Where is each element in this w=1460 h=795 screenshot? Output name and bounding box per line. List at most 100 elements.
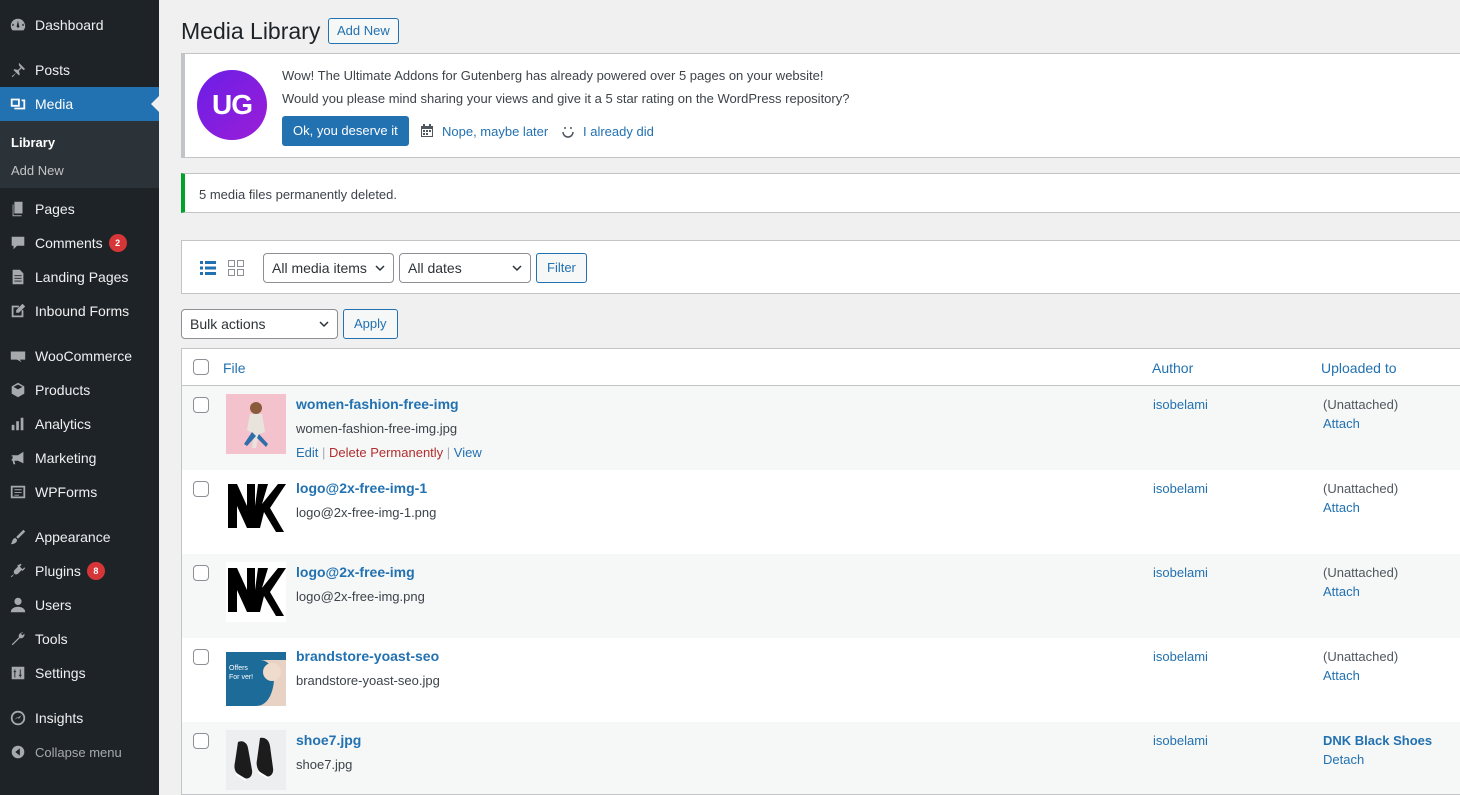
menu-item-media[interactable]: Media [0, 87, 159, 121]
menu-item-posts[interactable]: Posts [0, 53, 159, 87]
author-link[interactable]: isobelami [1153, 481, 1208, 496]
media-title-link[interactable]: shoe7.jpg [296, 732, 361, 748]
bar-chart-icon [0, 415, 35, 433]
row-checkbox[interactable] [193, 649, 209, 665]
menu-label: Insights [35, 710, 84, 726]
menu-item-woocommerce[interactable]: WooCommerce [0, 339, 159, 373]
table-row: logo@2x-free-img logo@2x-free-img.png is… [182, 554, 1460, 638]
table-row: women-fashion-free-img women-fashion-fre… [182, 386, 1460, 470]
menu-item-insights[interactable]: Insights [0, 701, 159, 735]
calendar-icon [421, 124, 433, 137]
menu-item-inbound-forms[interactable]: Inbound Forms [0, 294, 159, 328]
uploaded-to-status: (Unattached) [1323, 481, 1399, 496]
comments-count-badge: 2 [108, 234, 127, 252]
already-did-link[interactable]: I already did [560, 123, 654, 139]
menu-item-comments[interactable]: Comments 2 [0, 226, 159, 260]
menu-item-dashboard[interactable]: Dashboard [0, 8, 159, 42]
attach-link[interactable]: Attach [1323, 584, 1360, 599]
row-actions: Edit | Delete Permanently | View [296, 445, 482, 460]
media-thumbnail[interactable] [226, 394, 286, 454]
media-title-link[interactable]: brandstore-yoast-seo [296, 648, 439, 664]
collapse-menu-button[interactable]: Collapse menu [0, 735, 159, 769]
menu-item-plugins[interactable]: Plugins 8 [0, 554, 159, 588]
chevron-down-icon [375, 265, 385, 272]
menu-item-pages[interactable]: Pages [0, 192, 159, 226]
row-checkbox[interactable] [193, 481, 209, 497]
menu-item-products[interactable]: Products [0, 373, 159, 407]
menu-item-analytics[interactable]: Analytics [0, 407, 159, 441]
menu-label: WooCommerce [35, 348, 132, 364]
delete-permanently-link[interactable]: Delete Permanently [329, 445, 443, 460]
insights-icon [0, 709, 35, 727]
menu-item-landing-pages[interactable]: Landing Pages [0, 260, 159, 294]
menu-item-wpforms[interactable]: WPForms [0, 475, 159, 509]
collapse-icon [0, 743, 35, 761]
bulk-actions-select[interactable]: Bulk actions [181, 309, 338, 339]
menu-item-marketing[interactable]: Marketing [0, 441, 159, 475]
media-title-link[interactable]: logo@2x-free-img [296, 564, 415, 580]
attach-link[interactable]: Attach [1323, 416, 1360, 431]
uploaded-to-status: (Unattached) [1323, 649, 1399, 664]
apply-button[interactable]: Apply [343, 309, 398, 339]
media-type-value: All media items [272, 260, 367, 276]
grid-view-icon[interactable] [226, 258, 246, 278]
attach-link[interactable]: Attach [1323, 500, 1360, 515]
column-file[interactable]: File [223, 360, 246, 376]
author-link[interactable]: isobelami [1153, 733, 1208, 748]
rate-ok-button[interactable]: Ok, you deserve it [282, 116, 409, 146]
attach-link[interactable]: Attach [1323, 668, 1360, 683]
date-value: All dates [408, 260, 462, 276]
menu-label: Posts [35, 62, 71, 78]
media-type-select[interactable]: All media items [263, 253, 394, 283]
menu-item-users[interactable]: Users [0, 588, 159, 622]
view-link[interactable]: View [454, 445, 482, 460]
select-all-checkbox[interactable] [193, 359, 209, 375]
media-thumbnail[interactable]: Offers For ver! [226, 646, 286, 706]
add-new-button[interactable]: Add New [328, 18, 399, 44]
menu-label: Pages [35, 201, 75, 217]
menu-label: Appearance [35, 529, 111, 545]
author-link[interactable]: isobelami [1153, 649, 1208, 664]
document-icon [0, 268, 35, 286]
megaphone-icon [0, 449, 35, 467]
edit-icon [0, 302, 35, 320]
pages-icon [0, 200, 35, 218]
uploaded-to-post-link[interactable]: DNK Black Shoes [1323, 733, 1432, 748]
thumbnail-caption: Offers For ver! [229, 665, 254, 681]
author-link[interactable]: isobelami [1153, 565, 1208, 580]
date-select[interactable]: All dates [399, 253, 531, 283]
list-view-icon[interactable] [198, 258, 218, 278]
media-thumbnail[interactable] [226, 562, 286, 622]
uploaded-to-status: (Unattached) [1323, 397, 1399, 412]
media-title-link[interactable]: women-fashion-free-img [296, 396, 459, 412]
media-title-link[interactable]: logo@2x-free-img-1 [296, 480, 427, 496]
menu-item-tools[interactable]: Tools [0, 622, 159, 656]
menu-label: Marketing [35, 450, 97, 466]
success-notice: 5 media files permanently deleted. [181, 173, 1460, 213]
row-checkbox[interactable] [193, 565, 209, 581]
edit-link[interactable]: Edit [296, 445, 318, 460]
submenu-add-new[interactable]: Add New [11, 163, 64, 178]
detach-link[interactable]: Detach [1323, 752, 1364, 767]
shoe-photo-image [226, 730, 286, 790]
maybe-later-link[interactable]: Nope, maybe later [419, 123, 548, 139]
submenu-library[interactable]: Library [11, 135, 55, 150]
media-thumbnail[interactable] [226, 730, 286, 790]
menu-label: Collapse menu [35, 744, 122, 760]
maybe-later-label: Nope, maybe later [442, 123, 549, 139]
media-icon [0, 95, 35, 113]
menu-item-settings[interactable]: Settings [0, 656, 159, 690]
author-link[interactable]: isobelami [1153, 397, 1208, 412]
nk-logo-image [228, 484, 286, 532]
column-author[interactable]: Author [1152, 360, 1193, 376]
menu-item-appearance[interactable]: Appearance [0, 520, 159, 554]
column-uploaded-to[interactable]: Uploaded to [1321, 360, 1397, 376]
filter-button[interactable]: Filter [536, 253, 587, 283]
plugins-update-badge: 8 [86, 562, 105, 580]
settings-icon [0, 664, 35, 682]
media-thumbnail[interactable] [226, 478, 286, 538]
row-checkbox[interactable] [193, 733, 209, 749]
menu-separator [0, 50, 159, 51]
row-checkbox[interactable] [193, 397, 209, 413]
notice-line-2: Would you please mind sharing your views… [282, 91, 850, 106]
